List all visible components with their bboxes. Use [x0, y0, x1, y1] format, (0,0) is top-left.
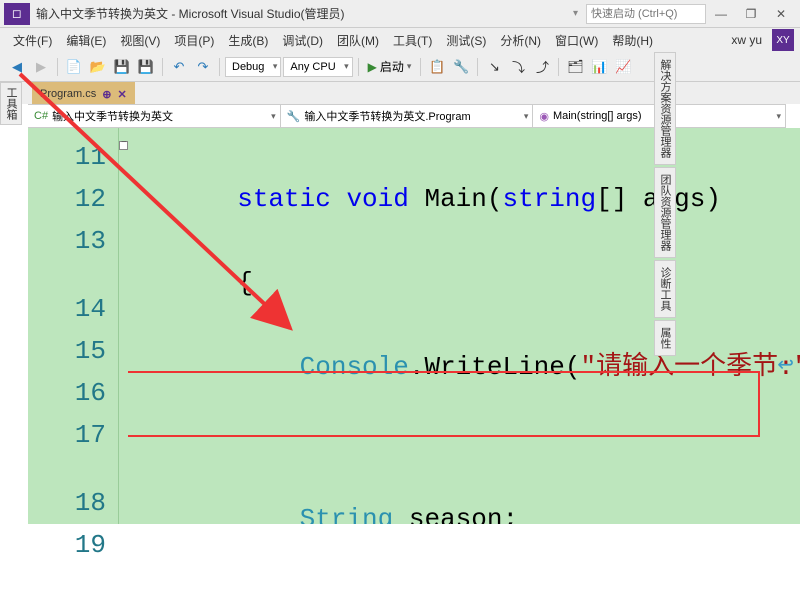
diagnostics-tab[interactable]: 诊断工具	[654, 260, 676, 318]
minimize-button[interactable]: —	[706, 3, 736, 25]
menu-tools[interactable]: 工具(T)	[386, 30, 439, 51]
menu-bar: 文件(F) 编辑(E) 视图(V) 项目(P) 生成(B) 调试(D) 团队(M…	[0, 28, 800, 52]
menu-build[interactable]: 生成(B)	[221, 30, 275, 51]
class-icon: 🔧	[287, 110, 301, 123]
redo-icon[interactable]: ↷	[192, 56, 214, 78]
menu-team[interactable]: 团队(M)	[330, 30, 386, 51]
menu-help[interactable]: 帮助(H)	[605, 30, 660, 51]
menu-file[interactable]: 文件(F)	[6, 30, 59, 51]
line-numbers: 11 12 13 14 15 16 17 18 19	[28, 128, 118, 524]
method-icon: ◉	[539, 110, 549, 123]
team-explorer-tab[interactable]: 团队资源管理器	[654, 167, 676, 258]
user-badge[interactable]: XY	[772, 29, 794, 51]
menu-debug[interactable]: 调试(D)	[275, 30, 330, 51]
document-tab[interactable]: Program.cs ⊕ ✕	[32, 82, 135, 104]
tab-label: Program.cs	[40, 88, 96, 100]
tb-icon-2[interactable]: 🔧	[450, 56, 472, 78]
fold-icon[interactable]	[119, 141, 128, 150]
menu-test[interactable]: 测试(S)	[439, 30, 493, 51]
vs-logo-icon	[4, 3, 30, 25]
window-title: 输入中文季节转换为英文 - Microsoft Visual Studio(管理…	[36, 5, 345, 22]
tb-misc-2[interactable]: 📊	[588, 56, 610, 78]
close-button[interactable]: ✕	[766, 3, 796, 25]
undo-icon[interactable]: ↶	[168, 56, 190, 78]
play-icon: ▶	[368, 60, 377, 74]
fold-margin	[118, 128, 128, 524]
platform-combo[interactable]: Any CPU	[283, 57, 352, 77]
step-out-icon[interactable]: ⤴	[531, 56, 553, 78]
save-icon[interactable]: 💾	[111, 56, 133, 78]
user-name[interactable]: xw yu	[725, 33, 768, 47]
restore-button[interactable]: ❐	[736, 3, 766, 25]
config-combo[interactable]: Debug	[225, 57, 281, 77]
menu-view[interactable]: 视图(V)	[113, 30, 167, 51]
menu-project[interactable]: 项目(P)	[167, 30, 221, 51]
new-project-icon[interactable]: 📄	[63, 56, 85, 78]
step-into-icon[interactable]: ↘	[483, 56, 505, 78]
toolbox-tab[interactable]: 工具箱	[0, 82, 22, 125]
menu-edit[interactable]: 编辑(E)	[59, 30, 113, 51]
tb-icon-1[interactable]: 📋	[426, 56, 448, 78]
title-bar: 输入中文季节转换为英文 - Microsoft Visual Studio(管理…	[0, 0, 800, 28]
nav-back-icon[interactable]: ◀	[6, 56, 28, 78]
open-icon[interactable]: 📂	[87, 56, 109, 78]
nav-class-combo[interactable]: 🔧 输入中文季节转换为英文.Program	[281, 105, 534, 127]
csharp-icon: C#	[34, 110, 48, 122]
nav-fwd-icon[interactable]: ▶	[30, 56, 52, 78]
tb-misc-3[interactable]: 📈	[612, 56, 634, 78]
title-dropdown-icon[interactable]: ▾	[573, 8, 578, 19]
properties-tab[interactable]: 属性	[654, 320, 676, 356]
step-over-icon[interactable]: ⤵	[507, 56, 529, 78]
menu-window[interactable]: 窗口(W)	[548, 30, 605, 51]
launch-button[interactable]: ▶ 启动 ▾	[364, 58, 416, 75]
tb-misc-1[interactable]: 🗂	[564, 56, 586, 78]
close-tab-icon[interactable]: ✕	[117, 88, 126, 101]
editor: 工具箱 11 12 13 14 15 16 17 18 19 static vo…	[0, 128, 800, 524]
quick-launch-input[interactable]	[586, 4, 706, 24]
solution-explorer-tab[interactable]: 解决方案资源管理器	[654, 52, 676, 165]
pin-tab-icon[interactable]: ⊕	[102, 88, 111, 101]
save-all-icon[interactable]: 💾	[135, 56, 157, 78]
menu-analyze[interactable]: 分析(N)	[493, 30, 548, 51]
nav-project-combo[interactable]: C# 输入中文季节转换为英文	[28, 105, 281, 127]
